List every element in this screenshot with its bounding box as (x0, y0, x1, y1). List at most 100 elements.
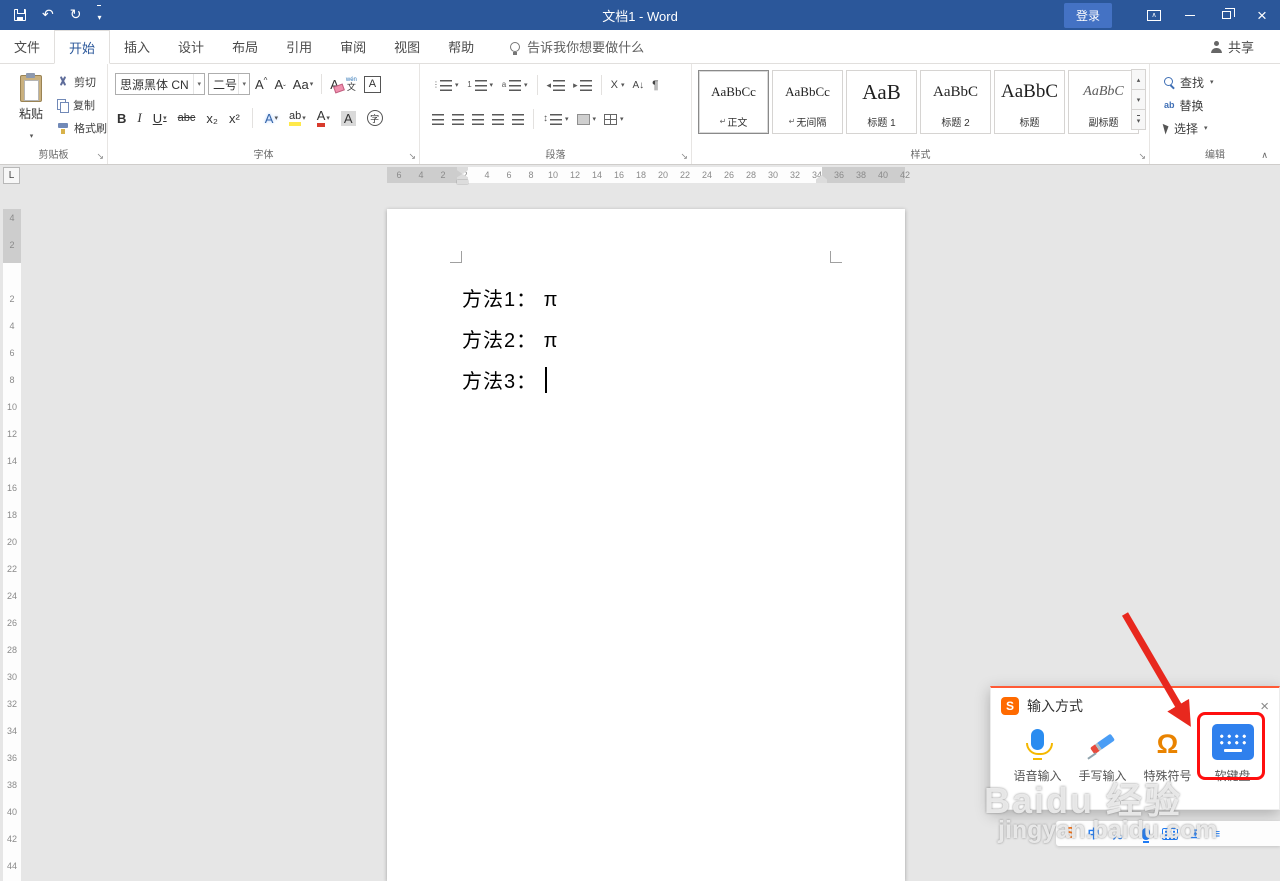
paste-button[interactable]: 粘贴 (8, 72, 54, 156)
character-border-icon: A (363, 75, 381, 93)
ime-close-icon[interactable] (1260, 699, 1269, 714)
style-heading-2[interactable]: AaBbC 标题 2 (920, 70, 991, 134)
clipboard-dialog-launcher[interactable] (96, 152, 104, 161)
styles-group: AaBbCc ↵ 正文 AaBbCc ↵ 无间隔 AaB 标题 1 AaBbC 标题… (692, 64, 1150, 164)
font-name-combo[interactable]: 思源黑体 CN (115, 73, 205, 95)
divider (600, 75, 602, 95)
numbering-button[interactable]: 1 (465, 74, 496, 96)
shading-button[interactable] (575, 108, 599, 130)
superscript-button[interactable]: x² (227, 107, 242, 129)
sogou-logo: S (1001, 697, 1019, 715)
decrease-indent-button[interactable]: ◂ (545, 74, 568, 96)
tab-home[interactable]: 开始 (54, 30, 111, 64)
align-left-icon (432, 113, 444, 125)
copy-button[interactable]: 复制 (57, 95, 95, 115)
font-name-dropdown-icon[interactable] (193, 74, 204, 94)
styles-scroll-up-button[interactable] (1131, 69, 1146, 90)
encl-characters-button[interactable]: 字 (365, 107, 385, 129)
tab-view[interactable]: 视图 (380, 30, 434, 63)
tab-layout[interactable]: 布局 (218, 30, 272, 63)
align-center-icon (452, 113, 464, 125)
line-spacing-button[interactable]: ↕ (541, 108, 571, 130)
customize-quick-access-icon[interactable] (97, 5, 102, 25)
borders-button[interactable] (602, 108, 626, 130)
undo-icon[interactable] (42, 6, 54, 24)
left-indent-marker[interactable] (457, 180, 468, 184)
asian-layout-button[interactable]: X (609, 74, 627, 96)
show-hide-marks-button[interactable]: ¶ (650, 74, 660, 96)
collapse-ribbon-icon[interactable] (1261, 150, 1268, 161)
paste-dropdown-icon[interactable] (29, 125, 34, 143)
character-shading-button[interactable]: A (339, 107, 358, 129)
bullets-button[interactable]: ⋮ (430, 74, 461, 96)
sign-in-button[interactable]: 登录 (1063, 2, 1112, 28)
styles-more-button[interactable] (1131, 109, 1146, 130)
redo-icon[interactable] (70, 6, 82, 24)
align-right-button[interactable] (470, 108, 486, 130)
scissors-icon (57, 76, 69, 88)
tab-references[interactable]: 引用 (272, 30, 326, 63)
font-color-button[interactable]: A (315, 107, 332, 129)
close-button[interactable] (1244, 0, 1280, 30)
styles-scroll-down-button[interactable] (1131, 89, 1146, 110)
clear-formatting-button[interactable]: A (328, 73, 341, 95)
format-painter-button[interactable]: 格式刷 (57, 118, 107, 138)
highlight-color-button[interactable]: ab (287, 107, 308, 129)
phonetic-guide-button[interactable]: wén 文 (344, 73, 359, 95)
style-title[interactable]: AaBbC 标题 (994, 70, 1065, 134)
ribbon-display-options-button[interactable] (1136, 0, 1172, 30)
ribbon-display-options-icon (1147, 9, 1161, 21)
style-normal[interactable]: AaBbCc ↵ 正文 (698, 70, 769, 134)
tab-insert[interactable]: 插入 (110, 30, 164, 63)
sort-button[interactable]: A↓ (630, 74, 646, 96)
horizontal-ruler[interactable]: 6 4 2 2 4 6 8 10 12 14 16 18 20 22 24 26 28 30 32 34 36 38 40 4… (0, 165, 1280, 185)
paragraph-row-1: ⋮ 1 a ◂ ▸ X A↓ ¶ (430, 74, 661, 96)
bold-button[interactable]: B (115, 107, 128, 129)
paragraph-dialog-launcher[interactable] (680, 152, 688, 161)
distribute-button[interactable] (510, 108, 526, 130)
save-icon[interactable] (14, 9, 26, 21)
character-border-button[interactable]: A (362, 73, 383, 95)
styles-dialog-launcher[interactable] (1138, 152, 1146, 161)
select-button[interactable]: 选择 (1162, 118, 1208, 138)
paragraph-style-marker: ↵ (719, 117, 727, 126)
align-left-button[interactable] (430, 108, 446, 130)
styles-gallery: AaBbCc ↵ 正文 AaBbCc ↵ 无间隔 AaB 标题 1 AaBbC 标题… (698, 70, 1139, 134)
grow-font-button[interactable]: A ^ (253, 73, 269, 95)
paragraph-group: ⋮ 1 a ◂ ▸ X A↓ ¶ ↕ (420, 64, 692, 164)
font-group-label: 字体 (253, 150, 274, 161)
style-no-spacing[interactable]: AaBbCc ↵ 无间隔 (772, 70, 843, 134)
increase-indent-button[interactable]: ▸ (571, 74, 594, 96)
multilevel-list-button[interactable]: a (499, 74, 530, 96)
document-page[interactable]: 方法1： π 方法2： π 方法3： (387, 209, 905, 881)
subscript-button[interactable]: x₂ (204, 107, 220, 129)
italic-button[interactable]: I (135, 107, 143, 129)
font-size-combo[interactable]: 二号 (208, 73, 250, 95)
shrink-font-button[interactable]: Aˇ (272, 73, 287, 95)
ime-panel-title: 输入方式 (1027, 698, 1083, 714)
tab-file[interactable]: 文件 (0, 30, 54, 63)
vertical-ruler[interactable]: 4 2 2 4 6 8 10 12 14 16 18 20 22 24 26 28 30 32 34 36 38 40 42… (0, 165, 24, 881)
tab-stop-selector[interactable]: L (3, 167, 20, 184)
justify-button[interactable] (490, 108, 506, 130)
share-button[interactable]: 共享 (1210, 30, 1254, 63)
tell-me-box[interactable]: 告诉我你想要做什么 (510, 30, 644, 63)
find-button[interactable]: 查找 (1164, 72, 1214, 92)
document-text[interactable]: 方法1： π 方法2： π 方法3： (462, 277, 558, 400)
strikethrough-button[interactable]: abc (176, 107, 198, 129)
tab-help[interactable]: 帮助 (434, 30, 488, 63)
change-case-button[interactable]: Aa (291, 73, 315, 95)
style-heading-1[interactable]: AaB 标题 1 (846, 70, 917, 134)
tab-design[interactable]: 设计 (164, 30, 218, 63)
font-dialog-launcher[interactable] (408, 152, 416, 161)
restore-button[interactable] (1208, 0, 1244, 30)
cut-button[interactable]: 剪切 (57, 72, 96, 92)
style-subtitle[interactable]: AaBbC 副标题 (1068, 70, 1139, 134)
replace-button[interactable]: ab 替换 (1164, 95, 1204, 115)
underline-button[interactable]: U (151, 107, 169, 129)
minimize-button[interactable] (1172, 0, 1208, 30)
text-effects-button[interactable]: A (263, 107, 280, 129)
font-size-dropdown-icon[interactable] (238, 74, 249, 94)
tab-review[interactable]: 审阅 (326, 30, 380, 63)
align-center-button[interactable] (450, 108, 466, 130)
